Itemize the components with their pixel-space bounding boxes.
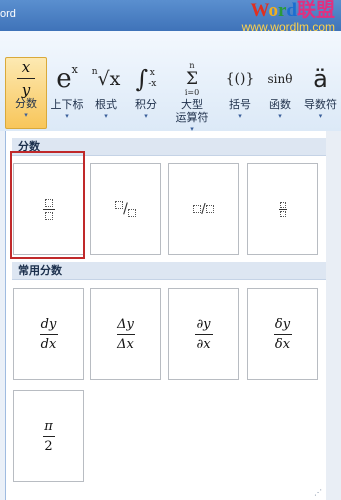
watermark-letter: 联盟	[296, 0, 335, 21]
document-edge-right	[326, 131, 341, 500]
skewed-fraction-icon: /	[115, 201, 136, 217]
integral-button[interactable]: ∫ x -x 积分 ▾	[127, 59, 165, 127]
function-button[interactable]: sinθ 函数 ▾	[261, 59, 299, 127]
accent-label: 导数符	[304, 99, 337, 111]
watermark-logo: Word联盟	[242, 0, 335, 22]
denominator: 2	[44, 438, 53, 454]
denominator: Δx	[117, 336, 134, 352]
fraction-partial-y-partial-x: ∂y ∂x	[194, 316, 213, 352]
function-icon: sinθ	[261, 59, 299, 99]
skewed-fraction-item[interactable]: /	[90, 163, 161, 255]
integral-icon: ∫ x -x	[127, 59, 165, 99]
fraction-label: 分数	[15, 98, 37, 110]
section-common-fraction-header: 常用分数	[12, 262, 326, 280]
fraction-dy-dx: dy dx	[39, 316, 58, 352]
script-sup: x	[71, 63, 78, 76]
integral-lower: -x	[148, 79, 157, 89]
common-fraction-partial[interactable]: ∂y ∂x	[168, 288, 239, 380]
watermark-letter: W	[250, 0, 269, 21]
small-fraction-icon	[278, 201, 287, 217]
numerator: Δy	[117, 316, 134, 332]
fraction-small-delta: δy δx	[273, 316, 292, 352]
script-glyph: e	[56, 64, 72, 94]
sum-lower: i=0	[184, 87, 200, 97]
large-operator-label: 大型	[181, 99, 203, 111]
chevron-down-icon: ▾	[144, 112, 148, 120]
common-fraction-small-delta[interactable]: δy δx	[247, 288, 318, 380]
denominator: ∂x	[196, 336, 211, 352]
denominator: dx	[40, 336, 57, 352]
large-operator-label2: 运算符	[175, 112, 209, 124]
selection-highlight	[10, 151, 85, 259]
chevron-down-icon: ▾	[65, 112, 69, 120]
watermark-letter: d	[286, 0, 297, 21]
integral-glyph: ∫	[135, 65, 149, 93]
linear-fraction-icon: /	[193, 202, 214, 217]
numerator: π	[44, 418, 53, 434]
numerator: dy	[40, 316, 57, 332]
accent-icon: ä	[300, 59, 341, 99]
common-fraction-delta[interactable]: Δy Δx	[90, 288, 161, 380]
resize-grip-icon[interactable]: ⋰	[314, 488, 322, 497]
app-title: ord	[0, 8, 16, 20]
chevron-down-icon: ▾	[238, 112, 242, 120]
accent-glyph: ä	[313, 65, 328, 93]
integral-label: 积分	[135, 99, 157, 111]
fraction-delta-y-delta-x: Δy Δx	[116, 316, 135, 352]
radical-icon: n √x	[87, 59, 125, 99]
small-fraction-item[interactable]	[247, 163, 318, 255]
watermark: Word联盟 www.wordlm.com	[242, 0, 335, 33]
script-button[interactable]: ex 上下标 ▾	[47, 59, 87, 127]
chevron-down-icon: ▾	[318, 112, 323, 120]
fraction-button[interactable]: x y 分数 ▾	[5, 57, 47, 129]
chevron-down-icon: ▾	[278, 112, 282, 120]
fraction-icon-top: x	[21, 57, 31, 76]
denominator: δx	[274, 336, 291, 352]
sum-icon: n Σ i=0	[166, 59, 218, 99]
fraction-gallery: 分数 / / 常用分数 dy dx Δy Δx ∂y ∂x δy δx π 2 …	[5, 131, 327, 500]
sum-glyph: Σ	[185, 68, 198, 89]
script-icon: ex	[47, 59, 87, 99]
common-fraction-dy-dx[interactable]: dy dx	[13, 288, 84, 380]
bracket-button[interactable]: {()} 括号 ▾	[220, 59, 260, 127]
large-operator-button[interactable]: n Σ i=0 大型 运算符 ▾	[166, 59, 218, 134]
radical-glyph: √x	[97, 68, 121, 90]
accent-button[interactable]: ä 导数符 ▾	[300, 59, 341, 127]
bracket-glyph: {()}	[225, 71, 255, 87]
bracket-label: 括号	[229, 99, 251, 111]
radical-button[interactable]: n √x 根式 ▾	[87, 59, 125, 127]
chevron-down-icon: ▾	[104, 112, 108, 120]
chevron-down-icon: ▾	[24, 111, 28, 119]
fraction-icon: x y	[6, 57, 46, 99]
common-fraction-pi-over-2[interactable]: π2	[13, 390, 84, 482]
numerator: ∂y	[196, 316, 211, 332]
integral-upper: x	[149, 68, 155, 78]
numerator: δy	[274, 316, 291, 332]
fraction-icon-bottom: y	[21, 80, 31, 99]
bracket-icon: {()}	[220, 59, 260, 99]
equation-ribbon: x y 分数 ▾ ex 上下标 ▾ n√x 根式 ▾ ∫ x -x 积分 ▾	[0, 31, 341, 134]
fraction-pi-over-2: π2	[42, 418, 55, 454]
function-glyph: sinθ	[267, 72, 293, 86]
function-label: 函数	[269, 99, 291, 111]
script-label: 上下标	[50, 99, 84, 111]
radical-label: 根式	[95, 99, 117, 111]
linear-fraction-item[interactable]: /	[168, 163, 239, 255]
title-bar: ord Word联盟 www.wordlm.com	[0, 0, 341, 33]
watermark-letter: o	[268, 0, 278, 21]
